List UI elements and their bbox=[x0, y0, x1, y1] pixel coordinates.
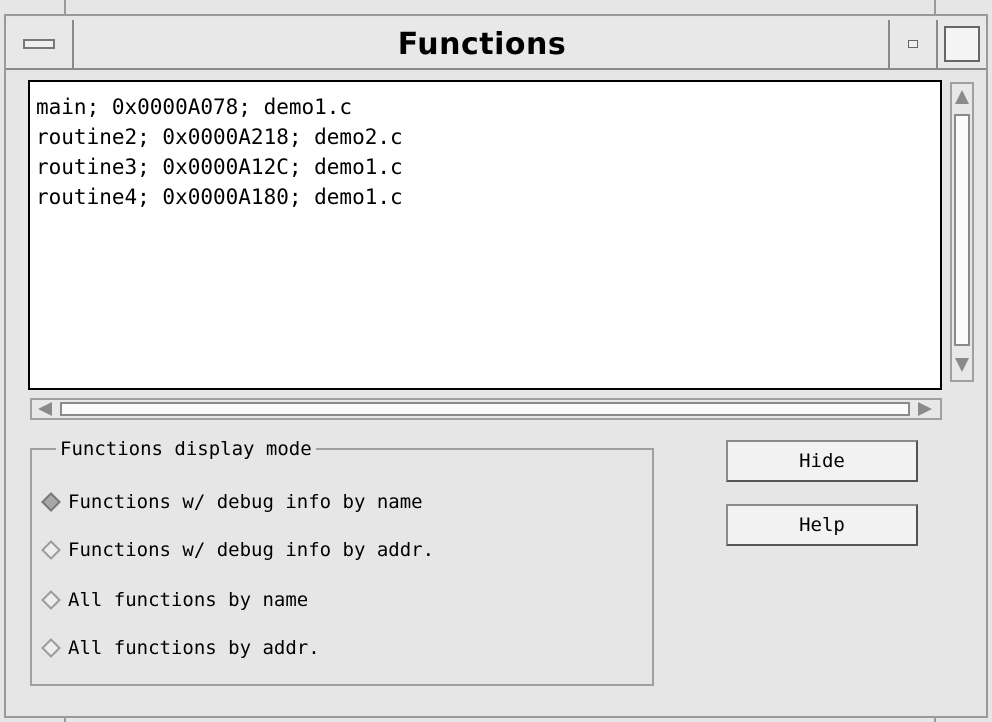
radio-all-by-name[interactable]: All functions by name bbox=[38, 584, 308, 616]
display-mode-group: Functions display mode Functions w/ debu… bbox=[30, 437, 654, 686]
help-button[interactable]: Help bbox=[726, 504, 918, 546]
list-item[interactable]: routine4; 0x0000A180; demo1.c bbox=[36, 182, 403, 212]
radio-all-by-addr[interactable]: All functions by addr. bbox=[38, 632, 320, 664]
title-bar[interactable]: Functions bbox=[6, 20, 986, 70]
display-mode-label: Functions display mode bbox=[56, 437, 316, 461]
radio-selected-icon bbox=[41, 492, 61, 512]
hide-button[interactable]: Hide bbox=[726, 440, 918, 482]
frame-line-left bbox=[64, 0, 66, 14]
arrow-left-icon[interactable] bbox=[38, 402, 52, 416]
radio-unselected-icon bbox=[41, 540, 61, 560]
radio-label: All functions by addr. bbox=[68, 637, 320, 659]
arrow-down-icon[interactable] bbox=[955, 358, 969, 372]
radio-label: Functions w/ debug info by addr. bbox=[68, 539, 435, 561]
maximize-button[interactable] bbox=[938, 20, 986, 68]
horizontal-scrollbar[interactable] bbox=[30, 398, 942, 420]
radio-unselected-icon bbox=[41, 638, 61, 658]
maximize-icon bbox=[944, 26, 980, 62]
window-title: Functions bbox=[397, 26, 567, 62]
list-item[interactable]: routine3; 0x0000A12C; demo1.c bbox=[36, 152, 403, 182]
horizontal-scroll-thumb[interactable] bbox=[60, 402, 910, 416]
radio-label: Functions w/ debug info by name bbox=[68, 491, 423, 513]
radio-label: All functions by name bbox=[68, 589, 309, 611]
frame-line-right bbox=[934, 0, 936, 14]
arrow-up-icon[interactable] bbox=[955, 90, 969, 104]
arrow-right-icon[interactable] bbox=[918, 402, 932, 416]
minimize-icon bbox=[908, 40, 918, 48]
radio-unselected-icon bbox=[41, 590, 61, 610]
list-item[interactable]: routine2; 0x0000A218; demo2.c bbox=[36, 122, 403, 152]
functions-list[interactable]: main; 0x0000A078; demo1.c routine2; 0x00… bbox=[28, 80, 942, 390]
window-menu-button[interactable] bbox=[6, 20, 74, 68]
vertical-scroll-thumb[interactable] bbox=[954, 114, 970, 346]
radio-debug-by-name[interactable]: Functions w/ debug info by name bbox=[38, 486, 423, 518]
list-item[interactable]: main; 0x0000A078; demo1.c bbox=[36, 92, 352, 122]
minimize-button[interactable] bbox=[888, 20, 938, 68]
radio-debug-by-addr[interactable]: Functions w/ debug info by addr. bbox=[38, 534, 434, 566]
window-menu-icon bbox=[23, 39, 55, 49]
vertical-scrollbar[interactable] bbox=[950, 82, 974, 382]
